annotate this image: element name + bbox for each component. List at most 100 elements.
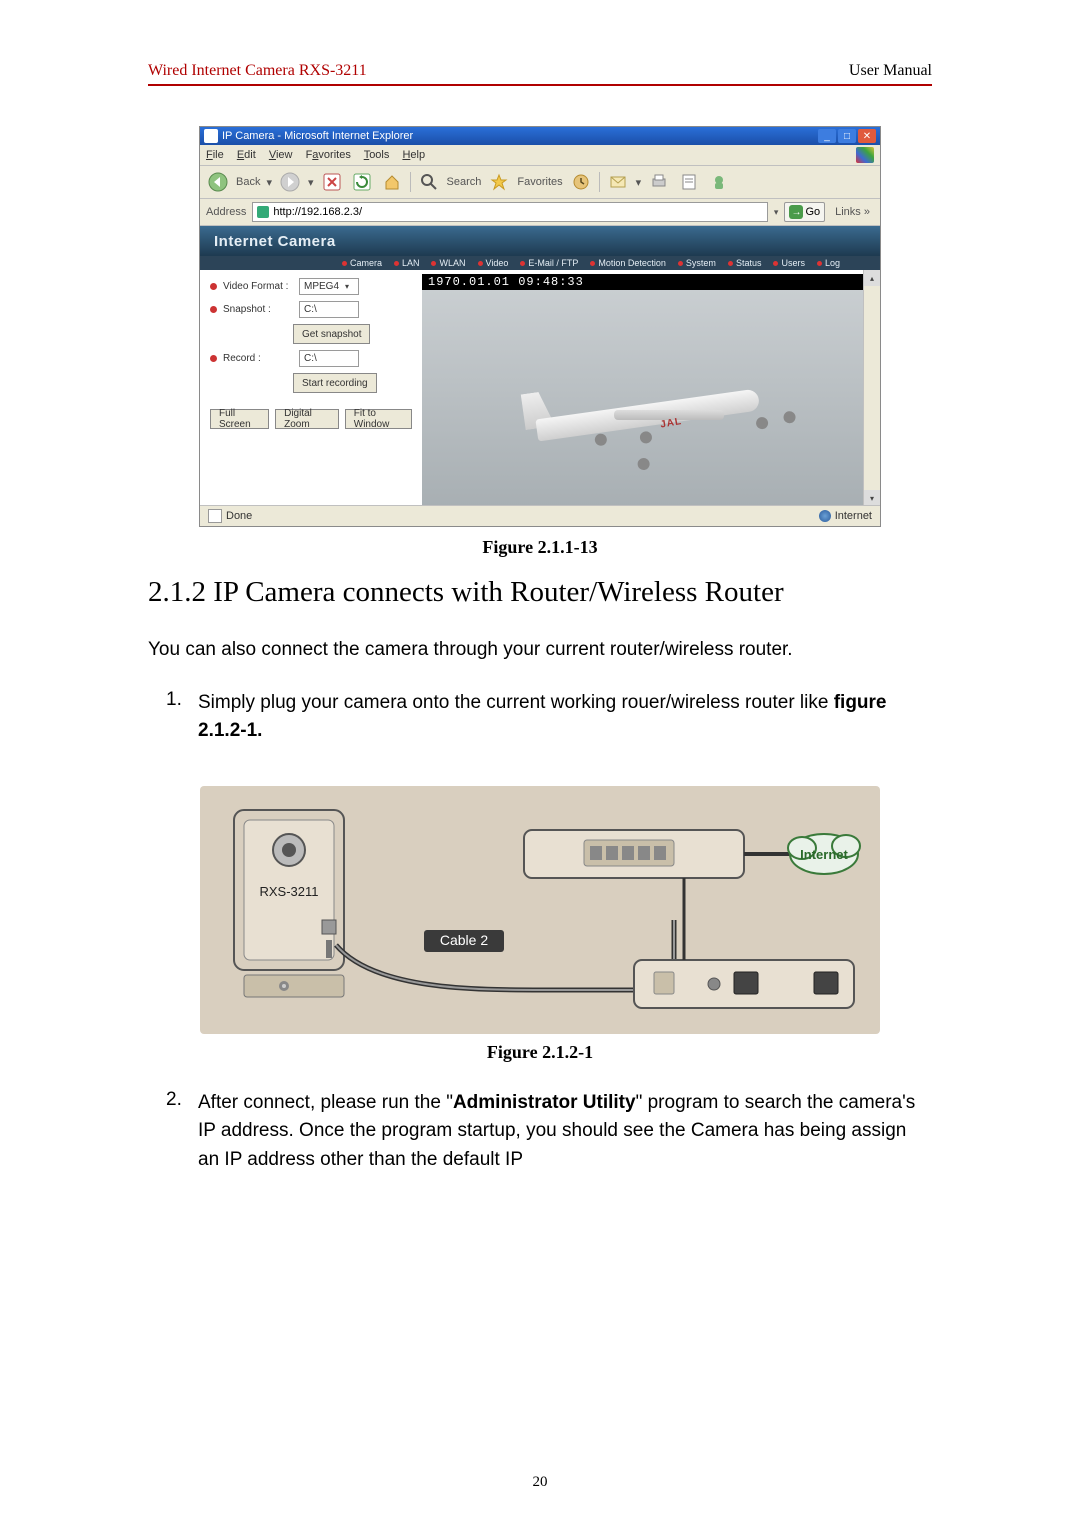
full-screen-button[interactable]: Full Screen xyxy=(210,409,269,429)
forward-button[interactable] xyxy=(278,170,302,194)
history-button[interactable] xyxy=(569,170,593,194)
stop-button[interactable] xyxy=(320,170,344,194)
header-right: User Manual xyxy=(849,62,932,80)
camera-banner: Internet Camera xyxy=(200,226,880,256)
menu-favorites[interactable]: Favorites xyxy=(306,149,351,161)
section-title: 2.1.2 IP Camera connects with Router/Wir… xyxy=(148,576,932,609)
video-frame: JAL xyxy=(422,290,872,506)
maximize-button[interactable]: □ xyxy=(838,129,856,143)
step-number: 2. xyxy=(166,1089,188,1175)
favorites-label[interactable]: Favorites xyxy=(517,176,562,188)
menu-file[interactable]: FFileile xyxy=(206,149,224,161)
tab-system[interactable]: System xyxy=(678,258,716,268)
internet-zone-icon xyxy=(819,510,831,522)
digital-zoom-button[interactable]: Digital Zoom xyxy=(275,409,339,429)
search-icon[interactable] xyxy=(417,170,441,194)
internet-cloud-icon: Internet xyxy=(788,834,860,874)
back-button[interactable] xyxy=(206,170,230,194)
ie-statusbar: Done Internet xyxy=(200,505,880,526)
tab-camera[interactable]: Camera xyxy=(342,258,382,268)
diagram-internet-label: Internet xyxy=(800,847,848,862)
window-title: IP Camera - Microsoft Internet Explorer xyxy=(222,130,413,142)
intro-paragraph: You can also connect the camera through … xyxy=(148,637,932,663)
camera-tabs: Camera LAN WLAN Video E-Mail / FTP Motio… xyxy=(200,256,880,270)
menu-edit[interactable]: Edit xyxy=(237,149,256,161)
print-button[interactable] xyxy=(647,170,671,194)
tab-video[interactable]: Video xyxy=(478,258,509,268)
camera-control-panel: Video Format : MPEG4 Snapshot : C:\ Get … xyxy=(200,270,422,506)
minimize-button[interactable]: _ xyxy=(818,129,836,143)
step-2: 2. After connect, please run the "Admini… xyxy=(166,1089,932,1175)
address-value: http://192.168.2.3/ xyxy=(273,206,362,218)
diagram-cable-label: Cable 2 xyxy=(440,932,488,948)
header-left: Wired Internet Camera RXS-3211 xyxy=(148,62,367,80)
get-snapshot-button[interactable]: Get snapshot xyxy=(293,324,370,344)
back-chevron-icon[interactable]: ▾ xyxy=(266,176,272,189)
snapshot-label: Snapshot : xyxy=(223,304,293,315)
bullet-icon xyxy=(210,306,217,313)
ie-app-icon xyxy=(204,129,218,143)
tab-users[interactable]: Users xyxy=(773,258,805,268)
page-number: 20 xyxy=(0,1474,1080,1491)
go-button[interactable]: → Go xyxy=(784,202,825,222)
links-label[interactable]: Links » xyxy=(831,206,874,218)
fit-to-window-button[interactable]: Fit to Window xyxy=(345,409,412,429)
tab-status[interactable]: Status xyxy=(728,258,762,268)
figure-caption-2: Figure 2.1.2-1 xyxy=(148,1042,932,1063)
video-timestamp: 1970.01.01 09:48:33 xyxy=(422,274,872,290)
messenger-button[interactable] xyxy=(707,170,731,194)
forward-chevron-icon[interactable]: ▾ xyxy=(308,176,314,189)
step1-text: Simply plug your camera onto the current… xyxy=(198,692,834,713)
header-rule xyxy=(148,84,932,86)
close-button[interactable]: ✕ xyxy=(858,129,876,143)
mail-chevron-icon[interactable]: ▾ xyxy=(636,176,642,189)
step-1: 1. Simply plug your camera onto the curr… xyxy=(166,689,932,746)
camera-video-pane: 1970.01.01 09:48:33 JAL xyxy=(422,274,872,506)
tab-motion[interactable]: Motion Detection xyxy=(590,258,666,268)
diagram-camera-label: RXS-3211 xyxy=(259,884,318,899)
favorites-icon[interactable] xyxy=(487,170,511,194)
ie-content: Internet Camera Camera LAN WLAN Video E-… xyxy=(200,226,880,526)
scrollbar[interactable]: ▴ ▾ xyxy=(863,270,880,506)
mail-button[interactable] xyxy=(606,170,630,194)
record-path-input[interactable]: C:\ xyxy=(299,350,359,367)
connection-diagram: RXS-3211 Cable 2 xyxy=(200,786,880,1034)
scroll-up-icon[interactable]: ▴ xyxy=(864,270,880,286)
ie-addressbar: Address http://192.168.2.3/ ▾ → Go Links… xyxy=(200,199,880,226)
status-page-icon xyxy=(208,509,222,523)
address-input[interactable]: http://192.168.2.3/ xyxy=(252,202,768,222)
tab-email-ftp[interactable]: E-Mail / FTP xyxy=(520,258,578,268)
ie-toolbar: Back ▾ ▾ Search Favorites xyxy=(200,166,880,199)
scroll-down-icon[interactable]: ▾ xyxy=(864,490,880,506)
ie-window: IP Camera - Microsoft Internet Explorer … xyxy=(199,126,881,527)
status-zone: Internet xyxy=(835,510,872,522)
tab-wlan[interactable]: WLAN xyxy=(431,258,465,268)
start-recording-button[interactable]: Start recording xyxy=(293,373,377,393)
menu-view[interactable]: View xyxy=(269,149,293,161)
home-button[interactable] xyxy=(380,170,404,194)
bullet-icon xyxy=(210,355,217,362)
ie-menubar: FFileile Edit View Favorites Tools Help xyxy=(200,145,880,166)
menu-tools[interactable]: Tools xyxy=(364,149,390,161)
snapshot-path-input[interactable]: C:\ xyxy=(299,301,359,318)
video-format-label: Video Format : xyxy=(223,281,293,292)
bullet-icon xyxy=(210,283,217,290)
status-done: Done xyxy=(226,510,252,522)
address-icon xyxy=(257,206,269,218)
tab-lan[interactable]: LAN xyxy=(394,258,420,268)
tab-log[interactable]: Log xyxy=(817,258,840,268)
step2-text-a: After connect, please run the " xyxy=(198,1092,453,1113)
address-label: Address xyxy=(206,206,246,218)
step2-program-name: Administrator Utility xyxy=(453,1092,636,1113)
record-label: Record : xyxy=(223,353,293,364)
search-label[interactable]: Search xyxy=(447,176,482,188)
menu-help[interactable]: Help xyxy=(402,149,425,161)
video-content-plane: JAL xyxy=(503,350,791,468)
video-format-select[interactable]: MPEG4 xyxy=(299,278,359,295)
ie-logo-icon xyxy=(856,147,874,163)
address-dropdown-icon[interactable]: ▾ xyxy=(774,207,779,218)
page-header: Wired Internet Camera RXS-3211 User Manu… xyxy=(148,62,932,84)
figure-caption-1: Figure 2.1.1-13 xyxy=(148,537,932,558)
edit-button[interactable] xyxy=(677,170,701,194)
refresh-button[interactable] xyxy=(350,170,374,194)
